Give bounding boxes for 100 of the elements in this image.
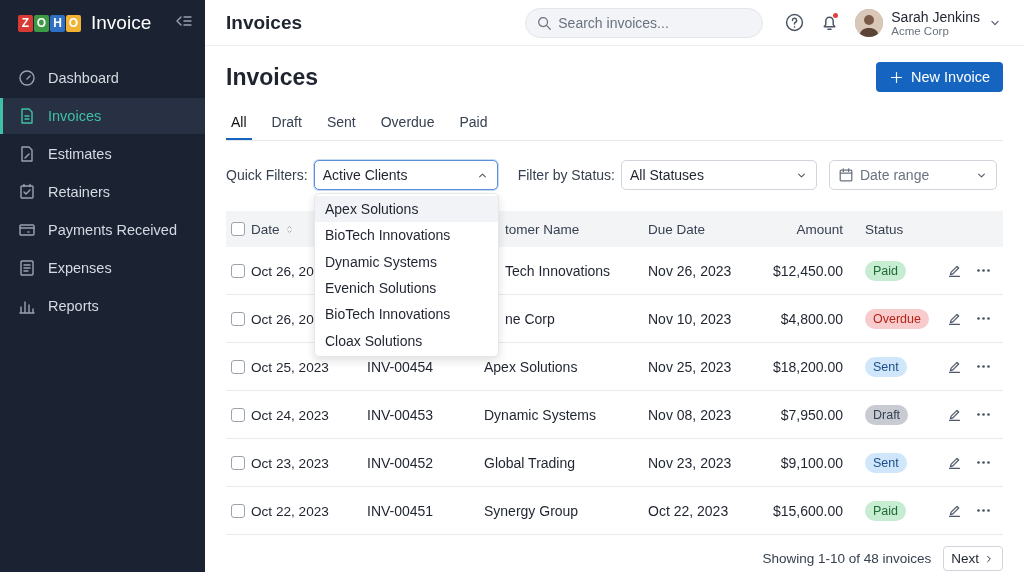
app-name: Invoice: [91, 12, 152, 34]
checkbox[interactable]: [231, 311, 245, 326]
edit-button[interactable]: [947, 359, 962, 374]
customer-cell: Tech Innovations: [505, 262, 611, 279]
new-invoice-button[interactable]: New Invoice: [876, 62, 1003, 92]
due-date-cell: Nov 23, 2023: [648, 454, 732, 471]
invoice-number-cell: INV-00452: [367, 454, 434, 471]
dropdown-option[interactable]: Cloax Solutions: [315, 327, 498, 354]
customer-cell: Dynamic Systems: [484, 406, 597, 423]
dropdown-option[interactable]: Evenich Solutions: [315, 274, 498, 302]
amount-cell: $9,100.00: [780, 454, 843, 471]
avatar: [855, 8, 884, 37]
status-badge: Sent: [865, 452, 907, 473]
date-cell: Oct 26, 20: [251, 311, 314, 327]
checkbox[interactable]: [231, 407, 245, 422]
tab[interactable]: Sent: [321, 106, 361, 140]
filter-label: Quick Filters:: [226, 167, 308, 183]
checkbox[interactable]: [231, 455, 245, 470]
sidebar-item[interactable]: Estimates: [0, 136, 205, 172]
sidebar-item[interactable]: Invoices: [0, 98, 205, 134]
status-badge: Draft: [865, 404, 909, 425]
edit-button[interactable]: [947, 455, 962, 470]
document-pen-icon: [18, 145, 36, 163]
dropdown-option[interactable]: BioTech Innovations: [315, 222, 498, 249]
amount-cell: $7,950.00: [780, 406, 843, 423]
edit-button[interactable]: [947, 407, 962, 422]
invoice-number-cell: INV-00451: [367, 502, 434, 519]
pencil-icon: [947, 503, 962, 518]
help-button[interactable]: [785, 13, 805, 32]
invoice-number-cell: INV-00453: [367, 406, 434, 423]
checkbox[interactable]: [231, 222, 245, 236]
dropdown-option[interactable]: BioTech Innovations: [315, 301, 498, 328]
page-header-title: Invoices: [226, 11, 304, 34]
help-icon: [785, 13, 805, 32]
column-header: tomer Name: [505, 221, 580, 237]
dropdown-option[interactable]: Dynamic Systems: [315, 248, 498, 275]
tab[interactable]: Draft: [266, 106, 307, 140]
tab[interactable]: All: [226, 106, 252, 140]
due-date-cell: Nov 10, 2023: [648, 310, 732, 327]
status-badge: Paid: [865, 260, 907, 281]
status-badge: Paid: [865, 500, 907, 521]
due-date-cell: Nov 26, 2023: [648, 262, 732, 279]
date-cell: Oct 25, 2023: [251, 359, 329, 375]
page-title: Invoices: [226, 63, 319, 91]
due-date-cell: Oct 22, 2023: [648, 502, 729, 519]
pencil-icon: [947, 263, 962, 278]
date-cell: Oct 26, 20: [251, 263, 314, 279]
edit-button[interactable]: [947, 311, 962, 326]
dropdown-option[interactable]: Apex Solutions: [315, 196, 498, 223]
amount-cell: $4,800.00: [780, 310, 843, 327]
sidebar-item[interactable]: Reports: [0, 288, 205, 324]
pencil-icon: [947, 359, 962, 374]
status-badge: Sent: [865, 356, 907, 377]
document-icon: [18, 107, 36, 125]
logo-tile: H: [50, 14, 65, 32]
column-header: Amount: [796, 221, 843, 237]
user-name: Sarah Jenkins: [891, 8, 980, 25]
date-cell: Oct 24, 2023: [251, 407, 329, 423]
date-range-picker[interactable]: Date range: [828, 160, 997, 190]
invoice-number-cell: INV-00454: [367, 358, 434, 375]
calendar-icon: [837, 167, 854, 183]
list-document-icon: [18, 259, 36, 277]
logo-tile: O: [34, 14, 49, 32]
edit-button[interactable]: [947, 263, 962, 278]
pagination-summary: Showing 1-10 of 48 invoices: [762, 551, 932, 566]
column-header: Due Date: [648, 221, 706, 237]
customer-cell: Synergy Group: [484, 502, 579, 519]
tab[interactable]: Overdue: [375, 106, 440, 140]
column-header[interactable]: Date: [251, 221, 280, 237]
search-icon: [536, 14, 553, 31]
sidebar-item[interactable]: Retainers: [0, 174, 205, 210]
column-header: Status: [865, 221, 904, 237]
sidebar-item[interactable]: Payments Received: [0, 212, 205, 248]
customer-cell: Apex Solutions: [484, 358, 578, 375]
checkbox[interactable]: [231, 263, 245, 278]
search-field[interactable]: Search invoices...: [525, 7, 764, 38]
status-dropdown[interactable]: All Statuses: [620, 160, 817, 190]
due-date-cell: Nov 25, 2023: [648, 358, 732, 375]
logo-tile: O: [66, 14, 81, 32]
checkbox[interactable]: [231, 503, 245, 518]
filter-label: Filter by Status:: [517, 167, 615, 183]
due-date-cell: Nov 08, 2023: [648, 406, 732, 423]
sidebar-item[interactable]: Dashboard: [0, 60, 205, 96]
checkbox[interactable]: [231, 359, 245, 374]
sidebar-item[interactable]: Expenses: [0, 250, 205, 286]
next-button[interactable]: Next: [943, 546, 1003, 571]
amount-cell: $18,200.00: [772, 358, 843, 375]
gauge-icon: [18, 69, 36, 87]
card-icon: [18, 221, 36, 239]
customer-cell: Global Trading: [484, 454, 576, 471]
tab[interactable]: Paid: [454, 106, 493, 140]
organization-name: Acme Corp: [891, 24, 950, 37]
quick-filter-dropdown[interactable]: Active Clients: [313, 160, 498, 190]
calendar-check-icon: [18, 183, 36, 201]
edit-button[interactable]: [947, 503, 962, 518]
amount-cell: $15,600.00: [772, 502, 843, 519]
plus-icon: [889, 69, 904, 85]
date-cell: Oct 23, 2023: [251, 455, 329, 471]
logo-tile: Z: [18, 14, 33, 32]
customer-cell: ne Corp: [505, 310, 555, 327]
